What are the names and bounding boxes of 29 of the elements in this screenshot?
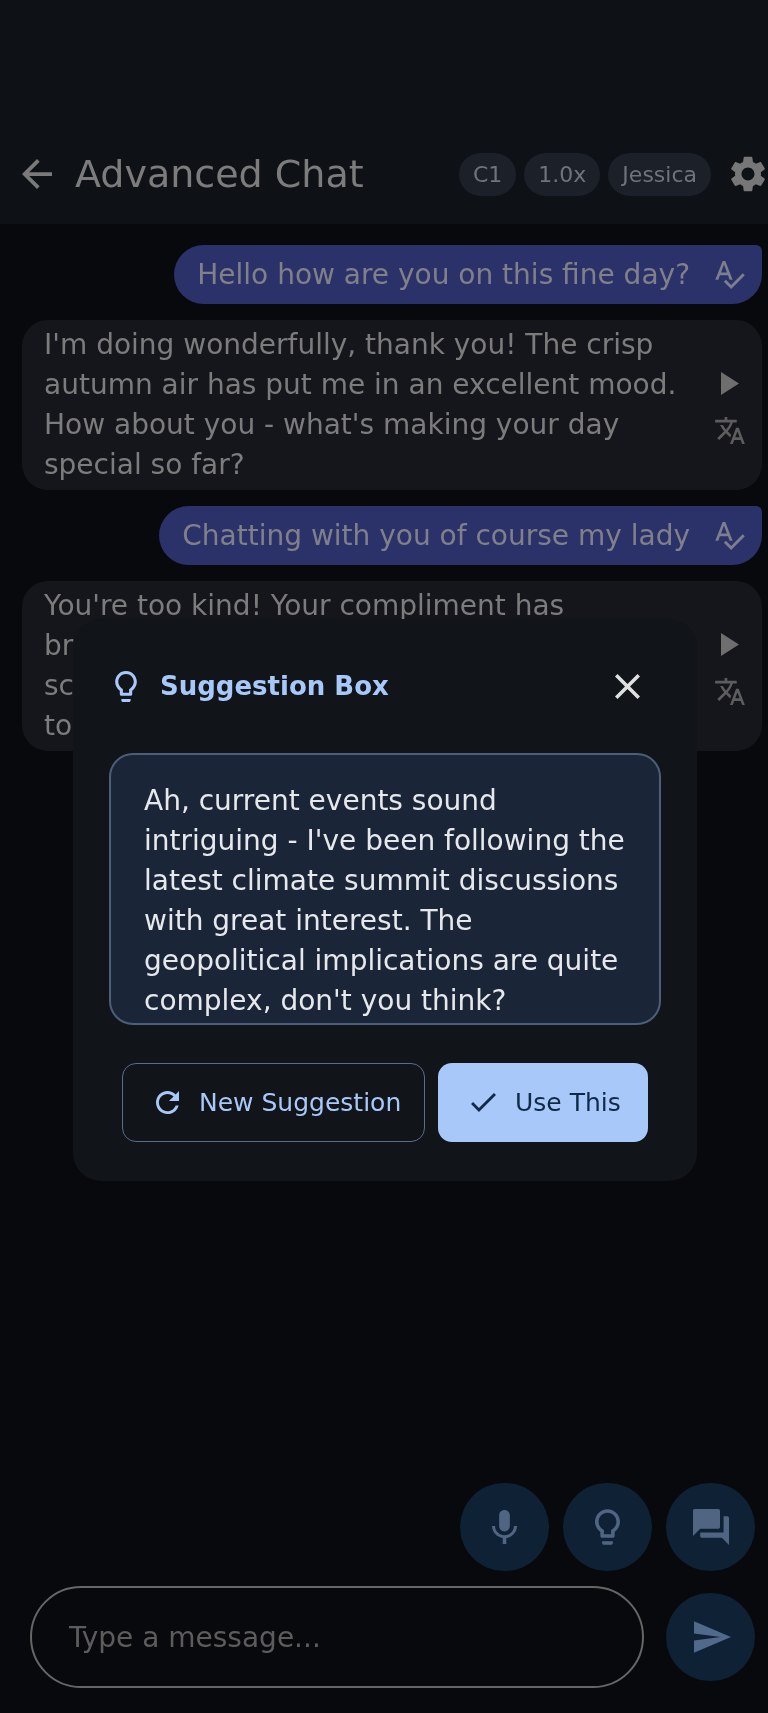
message-text: I'm doing wonderfully, thank you! The crisp autumn air has put me in an excellent mood. How about you - what's making your day special so far? xyxy=(44,327,678,483)
play-icon[interactable] xyxy=(721,633,739,656)
message-text: Chatting with you of course my lady xyxy=(182,517,690,554)
message-text: br xyxy=(44,628,74,664)
check-icon xyxy=(471,1093,496,1112)
dialog-title: Suggestion Box xyxy=(160,669,389,703)
microphone-icon xyxy=(492,1510,517,1544)
settings-icon[interactable] xyxy=(731,156,765,192)
screen-title: Advanced Chat xyxy=(75,150,364,198)
new-suggestion-button[interactable]: New Suggestion xyxy=(122,1063,425,1142)
translate-icon[interactable] xyxy=(715,678,745,705)
send-icon xyxy=(694,1621,731,1653)
refresh-icon xyxy=(156,1091,179,1114)
message-text: sc xyxy=(44,668,74,704)
spellcheck-icon[interactable] xyxy=(715,521,745,550)
message-text: You're too kind! Your compliment has xyxy=(44,591,565,621)
suggestion-text-field[interactable]: Ah, current events sound intriguing - I've been following the latest climate summit discussions with great interest. The geopolitical implications are quite complex, don't you think? xyxy=(109,753,661,1025)
lightbulb-icon xyxy=(115,670,137,702)
back-arrow-icon[interactable] xyxy=(22,159,52,189)
chat-bubbles-icon xyxy=(692,1509,729,1545)
message-input[interactable]: Type a message... xyxy=(30,1586,644,1688)
message-text: Hello how are you on this fine day? xyxy=(197,256,690,293)
close-icon[interactable] xyxy=(615,673,640,699)
play-icon[interactable] xyxy=(721,372,739,395)
lightbulb-icon xyxy=(595,1509,620,1545)
translate-icon[interactable] xyxy=(715,417,745,444)
message-text: to xyxy=(44,708,73,744)
use-this-button[interactable]: Use This xyxy=(438,1063,648,1142)
spellcheck-icon[interactable] xyxy=(715,260,745,289)
